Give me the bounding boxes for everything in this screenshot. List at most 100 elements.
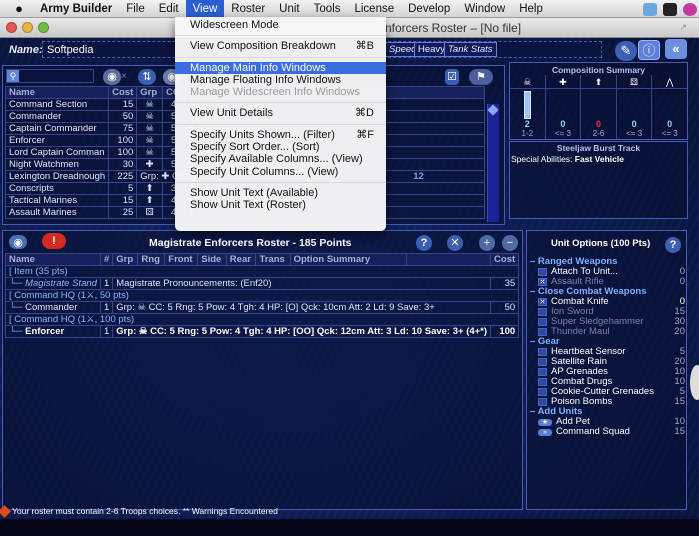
menu-tools[interactable]: Tools bbox=[307, 0, 348, 18]
option-checkbox bbox=[538, 318, 547, 326]
view-menu-item[interactable]: View Unit Details ⌘D bbox=[175, 107, 386, 119]
view-menu-item[interactable]: Specify Sort Order... (Sort) bbox=[175, 141, 386, 153]
info-icon[interactable]: ⓘ bbox=[638, 40, 660, 60]
roster-col[interactable]: Grp bbox=[112, 253, 139, 266]
option-item[interactable]: » Command Squad 15 bbox=[530, 427, 685, 437]
option-checkbox[interactable] bbox=[538, 398, 547, 406]
option-checkbox[interactable] bbox=[538, 358, 547, 366]
chip-tank-stats[interactable]: Tank Stats bbox=[444, 42, 497, 57]
view-menu-item[interactable]: View Composition Breakdown ⌘B bbox=[175, 40, 386, 52]
roster-col[interactable]: Trans bbox=[255, 253, 291, 266]
menu-view[interactable]: View bbox=[185, 0, 225, 18]
menu-window[interactable]: Window bbox=[457, 0, 512, 18]
unit-cost: 15 bbox=[108, 98, 138, 111]
remove-icon[interactable]: − bbox=[502, 235, 518, 251]
delete-unit-icon[interactable]: ✕ bbox=[447, 235, 463, 251]
clear-filter-icon[interactable]: × bbox=[121, 71, 127, 82]
option-group-header[interactable]: – Add Units bbox=[530, 407, 685, 417]
roster-col[interactable]: Rng bbox=[137, 253, 166, 266]
edit-notes-icon[interactable]: ✎ bbox=[615, 41, 637, 61]
screen: ● Army Builder File Edit View Roster Uni… bbox=[0, 0, 699, 536]
menu-unit[interactable]: Unit bbox=[272, 0, 306, 18]
vertical-scrollbar[interactable] bbox=[487, 104, 499, 222]
eye-icon[interactable]: ◉ bbox=[9, 235, 27, 249]
flag-clear-icon[interactable]: ⚑ bbox=[469, 69, 493, 85]
fullscreen-icon[interactable]: ↗ bbox=[679, 22, 687, 33]
menu-license[interactable]: License bbox=[347, 0, 401, 18]
col-name[interactable]: Name bbox=[4, 86, 110, 99]
roster-col[interactable]: # bbox=[99, 253, 114, 266]
sort-icon[interactable]: ⇅ bbox=[138, 69, 156, 85]
option-checkbox[interactable] bbox=[538, 388, 547, 396]
composition-range: <= 3 bbox=[661, 129, 678, 138]
checklist-icon[interactable]: ☑ bbox=[445, 69, 459, 85]
apple-icon[interactable]: ● bbox=[12, 1, 26, 16]
view-menu-item[interactable]: Show Unit Text (Roster) bbox=[175, 199, 386, 211]
roster-group-row[interactable]: [ Item (35 pts) bbox=[4, 265, 520, 278]
roster-group-row[interactable]: [ Command HQ (1⚔, 100 pts) bbox=[4, 313, 520, 326]
composition-column: ⬆ 0 2-6 bbox=[581, 75, 617, 139]
menu-file[interactable]: File bbox=[119, 0, 152, 18]
option-checkbox[interactable] bbox=[538, 348, 547, 356]
skull-icon: ☠ bbox=[136, 98, 163, 111]
menu-roster[interactable]: Roster bbox=[224, 0, 272, 18]
option-checkbox[interactable]: ✕ bbox=[538, 298, 547, 306]
add-icon[interactable]: + bbox=[479, 235, 495, 251]
col-grp[interactable]: Grp bbox=[136, 86, 163, 99]
search-input[interactable]: ⚲ bbox=[6, 69, 94, 83]
composition-range: 2-6 bbox=[592, 129, 605, 138]
scroll-thumb[interactable] bbox=[487, 104, 499, 116]
collapse-panel-icon[interactable]: « bbox=[665, 39, 687, 59]
name-label: Name: bbox=[9, 44, 43, 56]
view-menu-item[interactable]: Manage Floating Info Windows bbox=[175, 74, 386, 86]
double-chevron-button-icon[interactable]: » bbox=[538, 428, 552, 436]
roster-unit-row[interactable]: └─ Enforcer 1 Grp: ☠ CC: 5 Rng: 5 Pow: 4 T… bbox=[5, 325, 520, 338]
roster-col[interactable]: Side bbox=[197, 253, 227, 266]
special-abilities-label: Special Abilities: bbox=[511, 154, 573, 164]
tree-branch: └─ bbox=[9, 278, 26, 289]
roster-col[interactable]: Rear bbox=[225, 253, 257, 266]
minimize-window-button[interactable] bbox=[22, 22, 33, 33]
menu-app-name[interactable]: Army Builder bbox=[34, 0, 119, 18]
roster-col[interactable]: Option Summary bbox=[289, 253, 407, 266]
view-menu-item[interactable]: Specify Available Columns... (View) bbox=[175, 153, 386, 165]
roster-unit-row[interactable]: └─ Commander 1 Grp: ☠ CC: 5 Rng: 5 Pow: 4 … bbox=[5, 301, 520, 314]
filter-target-icon[interactable]: ◉ bbox=[103, 69, 121, 85]
menu-help[interactable]: Help bbox=[512, 0, 550, 18]
warning-icon[interactable]: ! bbox=[42, 233, 66, 249]
overflow-text: 12 bbox=[413, 171, 424, 182]
option-checkbox[interactable] bbox=[538, 368, 547, 376]
unit-count: 1 bbox=[99, 301, 114, 314]
view-menu-item[interactable]: Manage Main Info Windows bbox=[175, 61, 386, 74]
close-window-button[interactable] bbox=[6, 22, 17, 33]
view-menu-item[interactable]: Widescreen Mode bbox=[175, 19, 386, 31]
menu-item-label: Specify Unit Columns... (View) bbox=[190, 165, 339, 178]
view-menu-item[interactable]: Specify Units Shown... (Filter) ⌘F bbox=[175, 129, 386, 141]
roster-unit-row[interactable]: └─ Magistrate Stand 1 Magistrate Pronounce… bbox=[5, 277, 520, 290]
option-checkbox[interactable] bbox=[538, 378, 547, 386]
unit-name: Commander bbox=[25, 302, 78, 313]
option-checkbox[interactable] bbox=[538, 268, 547, 276]
roster-col[interactable]: Name bbox=[5, 253, 101, 266]
menu-develop[interactable]: Develop bbox=[401, 0, 457, 18]
unit-options-help-icon[interactable]: ? bbox=[665, 237, 681, 253]
color-wheel-icon[interactable] bbox=[683, 2, 697, 16]
unit-cost: 25 bbox=[108, 206, 138, 219]
cat-icon[interactable] bbox=[663, 2, 677, 16]
roster-group-row[interactable]: [ Command HQ (1⚔, 50 pts) bbox=[4, 289, 520, 302]
unit-name: Assault Marines bbox=[4, 206, 110, 219]
network-status-icon[interactable] bbox=[643, 2, 657, 16]
help-icon[interactable]: ? bbox=[416, 235, 432, 251]
view-menu-item[interactable]: Show Unit Text (Available) bbox=[175, 187, 386, 199]
menu-edit[interactable]: Edit bbox=[152, 0, 186, 18]
star-button-icon[interactable]: ★ bbox=[538, 418, 552, 426]
roster-col[interactable]: Front bbox=[164, 253, 199, 266]
roster-header: Name # Grp Rng Front Side Rear Trans Option Summ… bbox=[5, 253, 520, 266]
col-cost[interactable]: Cost bbox=[108, 86, 138, 99]
zoom-window-button[interactable] bbox=[38, 22, 49, 33]
menu-item-shortcut: ⌘B bbox=[355, 40, 374, 53]
roster-col[interactable]: Cost bbox=[490, 253, 520, 266]
unit-cost: 5 bbox=[108, 182, 138, 195]
view-menu-item[interactable]: Specify Unit Columns... (View) bbox=[175, 166, 386, 178]
roster-col[interactable] bbox=[405, 253, 492, 266]
